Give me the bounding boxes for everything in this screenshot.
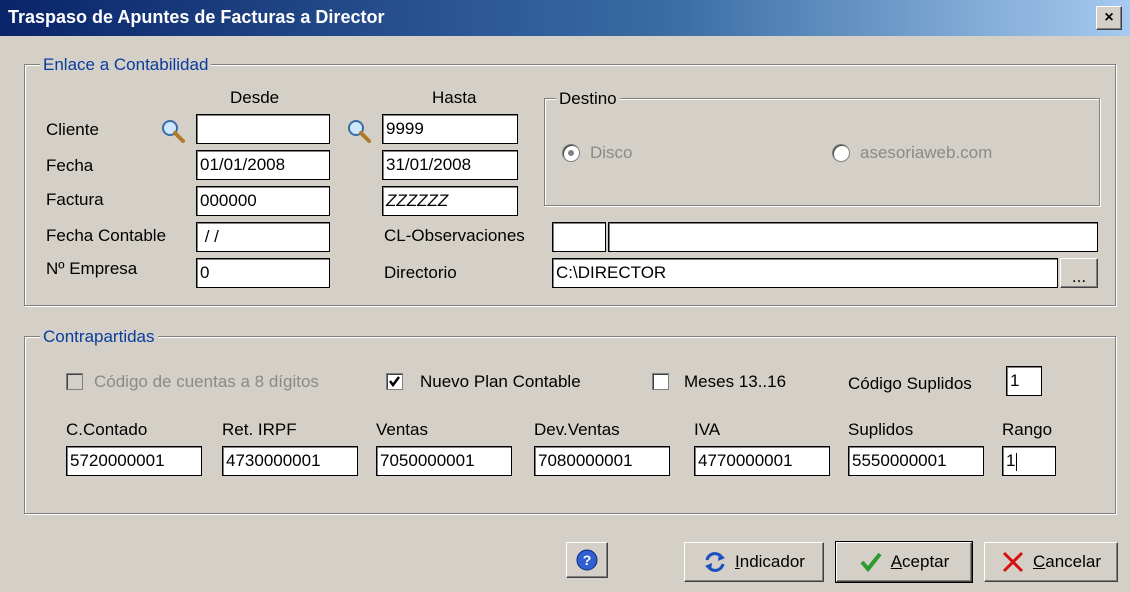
c-contado-input[interactable]: 5720000001 [66,446,202,476]
suplidos-input[interactable]: 5550000001 [848,446,984,476]
refresh-icon [705,552,726,572]
hasta-header: Hasta [432,88,477,107]
directorio-input[interactable]: C:\DIRECTOR [552,258,1058,288]
aceptar-label: Aceptar [890,552,950,571]
close-icon: × [1104,9,1114,26]
fecha-contable-input[interactable]: / / [196,222,330,252]
aceptar-button[interactable]: Aceptar [835,541,973,583]
cancelar-label: Cancelar [1032,552,1102,571]
suplidos-label: Suplidos [848,420,914,439]
search-icon[interactable] [346,118,372,144]
cuentas8-label: Código de cuentas a 8 dígitos [94,372,319,391]
rango-input[interactable]: 1 [1002,446,1056,476]
radio-disco-button[interactable] [562,144,580,162]
desde-header: Desde [230,88,280,107]
question-icon: ? [576,549,598,571]
iva-input[interactable]: 4770000001 [694,446,830,476]
search-icon[interactable] [160,118,186,144]
nuevo-plan-label: Nuevo Plan Contable [420,372,581,391]
text-cursor [1016,452,1018,471]
fecha-hasta-input[interactable]: 31/01/2008 [382,150,518,180]
window-title: Traspaso de Apuntes de Facturas a Direct… [8,7,385,27]
rango-value: 1 [1006,451,1016,470]
codigo-suplidos-label: Código Suplidos [848,374,972,393]
nuevo-plan-checkbox[interactable] [386,373,403,390]
ventas-input[interactable]: 7050000001 [376,446,512,476]
rango-label: Rango [1002,420,1053,439]
cl-observaciones-code-input[interactable] [552,222,606,252]
meses-checkbox[interactable] [652,373,669,390]
radio-asesoriaweb-label: asesoriaweb.com [860,143,993,162]
fecha-label: Fecha [46,156,94,175]
cl-observaciones-text-input[interactable] [608,222,1098,252]
indicador-label: Indicador [735,552,805,571]
ventas-label: Ventas [376,420,428,439]
directorio-label: Directorio [384,263,457,282]
help-button[interactable]: ? [566,542,608,578]
fecha-contable-label: Fecha Contable [46,226,167,245]
factura-label: Factura [46,190,104,209]
browse-button[interactable]: ... [1060,258,1098,288]
destino-legend: Destino [556,89,620,109]
ret-irpf-label: Ret. IRPF [222,420,297,439]
indicador-button[interactable]: Indicador [684,542,824,582]
dev-ventas-label: Dev.Ventas [534,420,620,439]
close-icon [1002,551,1024,573]
checkmark-icon [860,552,882,573]
codigo-suplidos-input[interactable]: 1 [1006,366,1042,396]
ret-irpf-input[interactable]: 4730000001 [222,446,358,476]
cliente-hasta-input[interactable]: 9999 [382,114,518,144]
empresa-input[interactable]: 0 [196,258,330,288]
factura-hasta-input[interactable]: ZZZZZZ [382,186,518,216]
iva-label: IVA [694,420,721,439]
c-contado-label: C.Contado [66,420,148,439]
cl-observaciones-label: CL-Observaciones [384,226,525,245]
radio-disco-label: Disco [590,143,633,162]
cuentas8-checkbox[interactable] [66,373,83,390]
enlace-legend: Enlace a Contabilidad [40,55,212,75]
close-button[interactable]: × [1096,6,1122,30]
factura-desde-input[interactable]: 000000 [196,186,330,216]
checkmark-icon [389,376,400,388]
cancelar-button[interactable]: Cancelar [984,542,1118,582]
dev-ventas-input[interactable]: 7080000001 [534,446,670,476]
radio-asesoriaweb-button[interactable] [832,144,850,162]
cliente-label: Cliente [46,120,99,139]
svg-text:?: ? [583,552,592,568]
contrapartidas-legend: Contrapartidas [40,327,158,347]
cliente-desde-input[interactable] [196,114,330,144]
browse-button-label: ... [1071,267,1087,286]
title-bar: Traspaso de Apuntes de Facturas a Direct… [0,0,1130,36]
empresa-label: Nº Empresa [46,259,138,278]
fecha-desde-input[interactable]: 01/01/2008 [196,150,330,180]
meses-label: Meses 13..16 [684,372,787,391]
